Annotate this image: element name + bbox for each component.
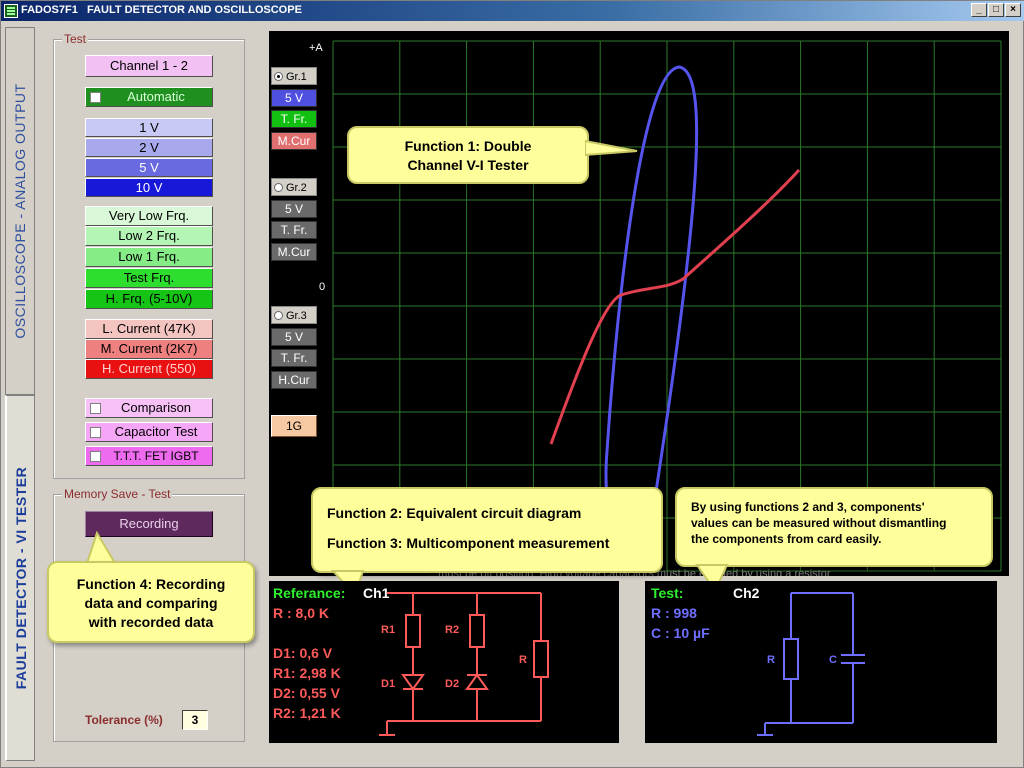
app-name: FADOS7F1 bbox=[21, 4, 78, 16]
graph2-radio-label: Gr.2 bbox=[286, 182, 307, 194]
voltage-5v-button[interactable]: 5 V bbox=[85, 158, 213, 177]
capacitor-test-toggle[interactable]: Capacitor Test bbox=[85, 422, 213, 442]
freq-test-button[interactable]: Test Frq. bbox=[85, 268, 213, 288]
reference-panel: Referance: Ch1 R : 8,0 K D1: 0,6 V R1: 2… bbox=[269, 581, 619, 743]
graph2-radio[interactable]: Gr.2 bbox=[271, 178, 317, 196]
capacitor-test-checkbox[interactable] bbox=[90, 427, 101, 438]
graph3-radio-label: Gr.3 bbox=[286, 310, 307, 322]
close-button[interactable]: × bbox=[1005, 3, 1021, 17]
circuit-d2-label: D2 bbox=[445, 678, 459, 690]
tab-fault-detector[interactable]: FAULT DETECTOR - VI TESTER bbox=[5, 395, 35, 761]
graph3-radio[interactable]: Gr.3 bbox=[271, 306, 317, 324]
ttt-label: T.T.T. FET IGBT bbox=[113, 449, 199, 463]
title-bar: FADOS7F1 FAULT DETECTOR AND OSCILLOSCOPE… bbox=[1, 1, 1024, 21]
minimize-button[interactable]: _ bbox=[971, 3, 987, 17]
graph2-freq-button[interactable]: T. Fr. bbox=[271, 221, 317, 239]
callout-f23-line2: values can be measured without dismantli… bbox=[691, 516, 947, 530]
reference-circuit-diagram: R1 R2 R D1 D2 bbox=[379, 592, 549, 736]
tab-fault-detector-label: FAULT DETECTOR - VI TESTER bbox=[12, 466, 29, 690]
callout-function-2-3: Function 2: Equivalent circuit diagram F… bbox=[311, 487, 663, 573]
callout-f1-line1: Function 1: Double bbox=[404, 138, 532, 154]
circuit-r1-label: R1 bbox=[381, 624, 395, 636]
ttt-checkbox[interactable] bbox=[90, 451, 101, 462]
graph2-current-button[interactable]: M.Cur bbox=[271, 243, 317, 261]
voltage-1v-button[interactable]: 1 V bbox=[85, 118, 213, 137]
voltage-10v-button[interactable]: 10 V bbox=[85, 178, 213, 197]
app-icon bbox=[4, 4, 18, 18]
callout-f4-line1: Function 4: Recording bbox=[76, 576, 226, 592]
test-panel: Test: Ch2 R : 998 C : 10 µF R C bbox=[645, 581, 997, 743]
callout-function-4: Function 4: Recording data and comparing… bbox=[47, 561, 255, 643]
graph1-radio-label: Gr.1 bbox=[286, 71, 307, 83]
graph3-radio-dot[interactable] bbox=[274, 311, 283, 320]
reference-r2-value: R2: 1,21 K bbox=[273, 705, 341, 721]
test-circuit-r-label: R bbox=[767, 654, 775, 666]
trace-ch1-red bbox=[549, 168, 801, 445]
ttt-fet-igbt-toggle[interactable]: T.T.T. FET IGBT bbox=[85, 446, 213, 466]
callout-f23-line3: the components from card easily. bbox=[691, 532, 882, 546]
callout-f23-line1: By using functions 2 and 3, components' bbox=[691, 500, 925, 514]
graph1-volt-button[interactable]: 5 V bbox=[271, 89, 317, 107]
circuit-r2-label: R2 bbox=[445, 624, 459, 636]
callout-f4-line2: data and comparing bbox=[84, 595, 218, 611]
axis-top-label: +A bbox=[309, 42, 323, 54]
reference-d1-value: D1: 0,6 V bbox=[273, 645, 333, 661]
channel-button[interactable]: Channel 1 - 2 bbox=[85, 55, 213, 77]
callout-f3: Function 3: Multicomponent measurement bbox=[327, 535, 610, 551]
one-g-button[interactable]: 1G bbox=[271, 415, 317, 437]
callout-f1-line2: Channel V-I Tester bbox=[407, 157, 529, 173]
freq-low2-button[interactable]: Low 2 Frq. bbox=[85, 226, 213, 246]
test-r-value: R : 998 bbox=[651, 605, 697, 621]
freq-high-button[interactable]: H. Frq. (5-10V) bbox=[85, 289, 213, 309]
graph1-radio-dot[interactable] bbox=[274, 72, 283, 81]
graph3-freq-button[interactable]: T. Fr. bbox=[271, 349, 317, 367]
graph1-radio[interactable]: Gr.1 bbox=[271, 67, 317, 85]
reference-d2-value: D2: 0,55 V bbox=[273, 685, 340, 701]
graph2-radio-dot[interactable] bbox=[274, 183, 283, 192]
main-window: FADOS7F1 FAULT DETECTOR AND OSCILLOSCOPE… bbox=[0, 0, 1024, 768]
current-medium-button[interactable]: M. Current (2K7) bbox=[85, 339, 213, 359]
comparison-checkbox[interactable] bbox=[90, 403, 101, 414]
test-circuit-diagram: R C bbox=[757, 592, 865, 736]
callout-function-1: Function 1: Double Channel V-I Tester bbox=[347, 126, 589, 184]
axis-zero-label: 0 bbox=[319, 281, 325, 293]
test-circuit-c-label: C bbox=[829, 654, 837, 666]
callout-f4-tail bbox=[85, 531, 117, 564]
graph2-volt-button[interactable]: 5 V bbox=[271, 200, 317, 218]
circuit-r-label: R bbox=[519, 654, 527, 666]
test-group-legend: Test bbox=[62, 32, 89, 46]
graph3-current-button[interactable]: H.Cur bbox=[271, 371, 317, 389]
callout-f1-tail bbox=[585, 139, 638, 157]
voltage-2v-button[interactable]: 2 V bbox=[85, 138, 213, 157]
graph3-volt-button[interactable]: 5 V bbox=[271, 328, 317, 346]
automatic-toggle[interactable]: Automatic bbox=[85, 87, 213, 107]
automatic-label: Automatic bbox=[127, 89, 185, 104]
automatic-checkbox[interactable] bbox=[90, 92, 101, 103]
circuit-d1-label: D1 bbox=[381, 678, 395, 690]
graph1-current-button[interactable]: M.Cur bbox=[271, 132, 317, 150]
callout-f4-line3: with recorded data bbox=[88, 614, 214, 630]
current-low-button[interactable]: L. Current (47K) bbox=[85, 319, 213, 339]
window-title: FAULT DETECTOR AND OSCILLOSCOPE bbox=[87, 4, 302, 16]
reference-r-value: R : 8,0 K bbox=[273, 605, 330, 621]
callout-functions-usage: By using functions 2 and 3, components' … bbox=[675, 487, 993, 567]
test-c-value: C : 10 µF bbox=[651, 625, 710, 641]
memory-group-legend: Memory Save - Test bbox=[62, 487, 173, 501]
capacitor-test-label: Capacitor Test bbox=[114, 424, 198, 439]
comparison-label: Comparison bbox=[120, 400, 192, 415]
freq-low1-button[interactable]: Low 1 Frq. bbox=[85, 247, 213, 267]
graph1-freq-button[interactable]: T. Fr. bbox=[271, 110, 317, 128]
tolerance-input[interactable]: 3 bbox=[182, 710, 208, 730]
tab-oscilloscope[interactable]: OSCILLOSCOPE - ANALOG OUTPUT bbox=[5, 27, 35, 395]
tolerance-label: Tolerance (%) bbox=[85, 713, 163, 727]
callout-f2: Function 2: Equivalent circuit diagram bbox=[327, 505, 582, 521]
test-label: Test: bbox=[651, 585, 684, 601]
current-high-button[interactable]: H. Current (550) bbox=[85, 359, 213, 379]
maximize-button[interactable]: □ bbox=[988, 3, 1004, 17]
reference-r1-value: R1: 2,98 K bbox=[273, 665, 341, 681]
reference-label: Referance: bbox=[273, 585, 346, 601]
tab-oscilloscope-label: OSCILLOSCOPE - ANALOG OUTPUT bbox=[12, 83, 28, 339]
comparison-toggle[interactable]: Comparison bbox=[85, 398, 213, 418]
freq-very-low-button[interactable]: Very Low Frq. bbox=[85, 206, 213, 226]
